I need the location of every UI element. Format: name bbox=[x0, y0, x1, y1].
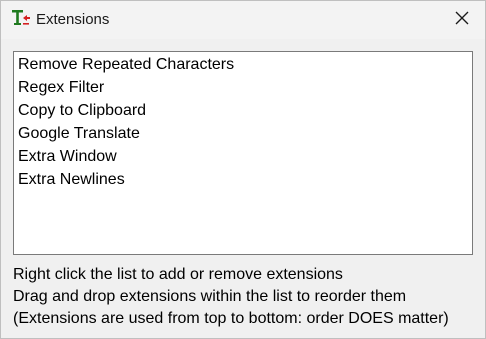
list-item-extra-newlines[interactable]: Extra Newlines bbox=[14, 168, 472, 191]
hint-order-matters: (Extensions are used from top to bottom:… bbox=[13, 310, 449, 327]
list-item-extra-window[interactable]: Extra Window bbox=[14, 145, 472, 168]
list-item-copy-to-clipboard[interactable]: Copy to Clipboard bbox=[14, 99, 472, 122]
list-item-google-translate[interactable]: Google Translate bbox=[14, 122, 472, 145]
close-button[interactable] bbox=[439, 1, 485, 39]
title-bar[interactable]: Extensions bbox=[1, 1, 485, 39]
text-cursor-app-icon bbox=[11, 8, 31, 30]
hint-reorder: Drag and drop extensions within the list… bbox=[13, 288, 407, 305]
hint-add-remove: Right click the list to add or remove ex… bbox=[13, 266, 343, 283]
window-title: Extensions bbox=[36, 11, 110, 28]
extensions-dialog: Extensions Remove Repeated Characters Re… bbox=[0, 0, 486, 339]
close-icon bbox=[455, 11, 469, 30]
extensions-list[interactable]: Remove Repeated Characters Regex Filter … bbox=[13, 51, 473, 255]
list-item-regex-filter[interactable]: Regex Filter bbox=[14, 76, 472, 99]
list-item-remove-repeated-characters[interactable]: Remove Repeated Characters bbox=[14, 53, 472, 76]
